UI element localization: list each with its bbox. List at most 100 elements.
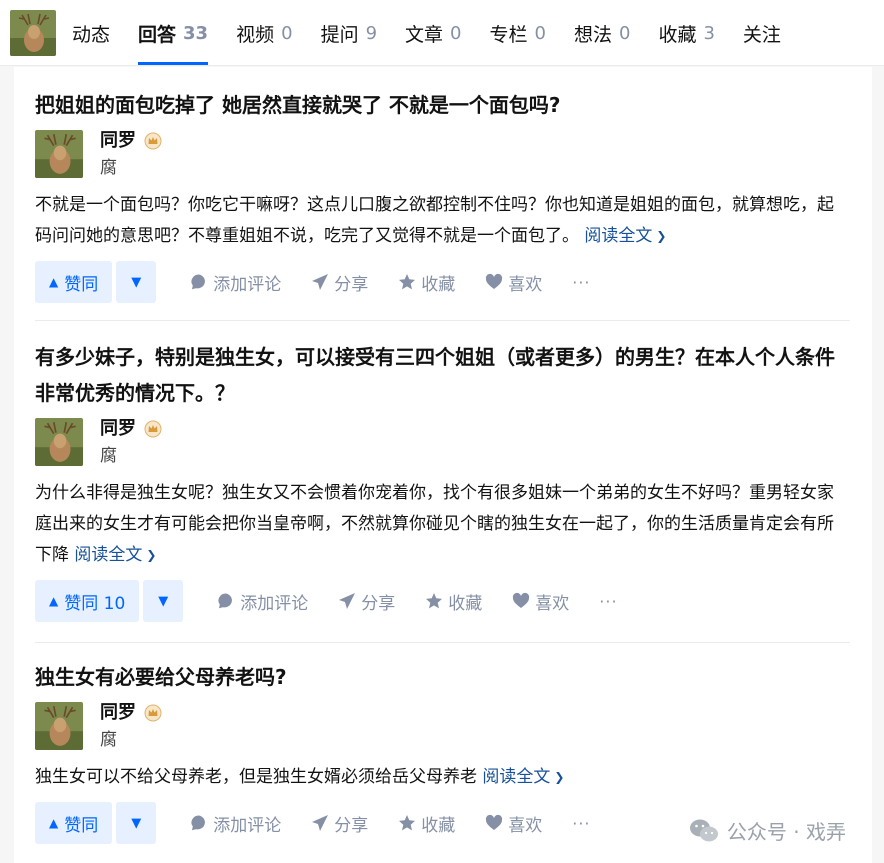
downvote-button[interactable]: ▼ <box>116 802 157 844</box>
star-icon <box>399 815 416 831</box>
user-avatar[interactable] <box>10 10 56 56</box>
tab-label: 视频 <box>236 23 275 46</box>
read-more-label: 阅读全文 <box>482 767 551 787</box>
caret-up-icon: ▲ <box>49 816 59 830</box>
share-icon <box>339 593 356 609</box>
author-name[interactable]: 同罗 <box>100 702 136 724</box>
chevron-down-icon: ❯ <box>146 548 157 562</box>
answer-card: 有多少妹子，特别是独生女，可以接受有三四个姐姐（或者更多）的男生？在本人个人条件… <box>35 339 850 643</box>
heart-icon <box>486 273 503 289</box>
answer-excerpt[interactable]: 独生女可以不给父母养老，但是独生女婿必须给岳父母养老 阅读全文 ❯ <box>35 762 850 794</box>
tab-label: 文章 <box>405 23 444 46</box>
share-label: 分享 <box>334 274 369 295</box>
answer-actions: ▲ 赞同 10 ▼ 添加评论 分享 收藏 喜欢 ··· <box>35 580 850 622</box>
read-more-link[interactable]: 阅读全文 ❯ <box>584 226 666 246</box>
crown-badge-icon <box>144 132 162 150</box>
answer-excerpt[interactable]: 不就是一个面包吗？你吃它干嘛呀？这点儿口腹之欲都控制不住吗？你也知道是姐姐的面包… <box>35 190 850 253</box>
heart-icon <box>513 592 530 608</box>
tab-thoughts[interactable]: 想法 0 <box>574 0 630 66</box>
comment-button[interactable]: 添加评论 <box>217 589 308 614</box>
downvote-button[interactable]: ▼ <box>143 580 184 622</box>
tab-collections[interactable]: 收藏 3 <box>658 0 714 66</box>
like-button[interactable]: 喜欢 <box>512 589 569 614</box>
question-title[interactable]: 把姐姐的面包吃掉了 她居然直接就哭了 不就是一个面包吗? <box>35 87 850 123</box>
favorite-button[interactable]: 收藏 <box>425 589 482 614</box>
share-button[interactable]: 分享 <box>311 811 368 836</box>
share-button[interactable]: 分享 <box>338 589 395 614</box>
author-avatar[interactable] <box>35 418 83 466</box>
comment-label: 添加评论 <box>213 815 282 836</box>
upvote-label: 赞同 <box>64 815 99 836</box>
author-name[interactable]: 同罗 <box>100 130 136 152</box>
deer-avatar-image <box>10 10 56 56</box>
tab-articles[interactable]: 文章 0 <box>405 0 461 66</box>
question-title[interactable]: 有多少妹子，特别是独生女，可以接受有三四个姐姐（或者更多）的男生？在本人个人条件… <box>35 339 850 411</box>
caret-down-icon: ▼ <box>131 274 142 290</box>
answer-card: 把姐姐的面包吃掉了 她居然直接就哭了 不就是一个面包吗? 同罗 腐 不就是一个面… <box>35 87 850 321</box>
question-title[interactable]: 独生女有必要给父母养老吗? <box>35 659 850 695</box>
like-label: 喜欢 <box>535 593 570 614</box>
profile-tab-bar: 动态 回答 33 视频 0 提问 9 文章 0 专栏 0 想法 0 收藏 3 关注 <box>0 0 884 66</box>
caret-down-icon: ▼ <box>158 593 169 609</box>
author-name[interactable]: 同罗 <box>100 418 136 440</box>
wechat-watermark: 公众号 · 戏弄 <box>689 816 846 845</box>
tab-videos[interactable]: 视频 0 <box>236 0 292 66</box>
comment-icon <box>218 593 233 609</box>
author-info: 同罗 腐 <box>35 702 850 756</box>
excerpt-text: 不就是一个面包吗？你吃它干嘛呀？这点儿口腹之欲都控制不住吗？你也知道是姐姐的面包… <box>35 195 834 246</box>
crown-badge-icon <box>144 704 162 722</box>
caret-up-icon: ▲ <box>49 275 59 289</box>
more-icon[interactable]: ··· <box>572 814 590 833</box>
author-info: 同罗 腐 <box>35 418 850 472</box>
tab-count: 9 <box>365 22 378 44</box>
more-icon[interactable]: ··· <box>572 273 590 292</box>
share-icon <box>312 274 329 290</box>
tab-following[interactable]: 关注 <box>743 0 781 66</box>
upvote-label: 赞同 <box>64 274 99 295</box>
favorite-button[interactable]: 收藏 <box>398 270 455 295</box>
read-more-link[interactable]: 阅读全文 ❯ <box>482 767 564 787</box>
upvote-button[interactable]: ▲ 赞同 10 <box>35 580 140 622</box>
tab-columns[interactable]: 专栏 0 <box>490 0 546 66</box>
downvote-button[interactable]: ▼ <box>116 261 157 303</box>
answer-actions: ▲ 赞同 ▼ 添加评论 分享 收藏 喜欢 ··· <box>35 261 850 303</box>
more-icon[interactable]: ··· <box>599 592 617 611</box>
deer-avatar-image <box>35 130 83 178</box>
like-button[interactable]: 喜欢 <box>485 811 542 836</box>
upvote-button[interactable]: ▲ 赞同 <box>35 261 113 303</box>
comment-icon <box>191 815 206 831</box>
comment-button[interactable]: 添加评论 <box>190 270 281 295</box>
tab-count: 0 <box>281 22 293 44</box>
like-label: 喜欢 <box>508 815 543 836</box>
comment-icon <box>191 274 206 290</box>
chevron-down-icon: ❯ <box>554 770 565 784</box>
favorite-label: 收藏 <box>448 593 483 614</box>
deer-avatar-image <box>35 702 83 750</box>
favorite-label: 收藏 <box>421 274 456 295</box>
upvote-label: 赞同 10 <box>64 593 126 614</box>
tab-label: 动态 <box>72 23 111 46</box>
like-button[interactable]: 喜欢 <box>485 270 542 295</box>
tab-count: 0 <box>534 22 546 44</box>
upvote-button[interactable]: ▲ 赞同 <box>35 802 113 844</box>
read-more-link[interactable]: 阅读全文 ❯ <box>74 545 156 565</box>
star-icon <box>426 593 443 609</box>
favorite-button[interactable]: 收藏 <box>398 811 455 836</box>
author-avatar[interactable] <box>35 702 83 750</box>
tab-count: 33 <box>183 22 209 44</box>
tab-questions[interactable]: 提问 9 <box>321 0 377 66</box>
share-label: 分享 <box>361 593 396 614</box>
author-avatar[interactable] <box>35 130 83 178</box>
answer-excerpt[interactable]: 为什么非得是独生女呢？独生女又不会惯着你宠着你，找个有很多姐妹一个弟弟的女生不好… <box>35 478 850 572</box>
share-button[interactable]: 分享 <box>311 270 368 295</box>
author-bio: 腐 <box>100 158 117 178</box>
heart-icon <box>486 814 503 830</box>
tab-answers[interactable]: 回答 33 <box>138 0 209 66</box>
profile-tabs: 动态 回答 33 视频 0 提问 9 文章 0 专栏 0 想法 0 收藏 3 关注 <box>72 0 809 66</box>
divider <box>35 642 850 643</box>
tab-label: 回答 <box>138 23 177 46</box>
tab-label: 想法 <box>573 23 612 46</box>
comment-button[interactable]: 添加评论 <box>190 811 281 836</box>
favorite-label: 收藏 <box>421 815 456 836</box>
tab-dynamics[interactable]: 动态 <box>72 0 110 66</box>
